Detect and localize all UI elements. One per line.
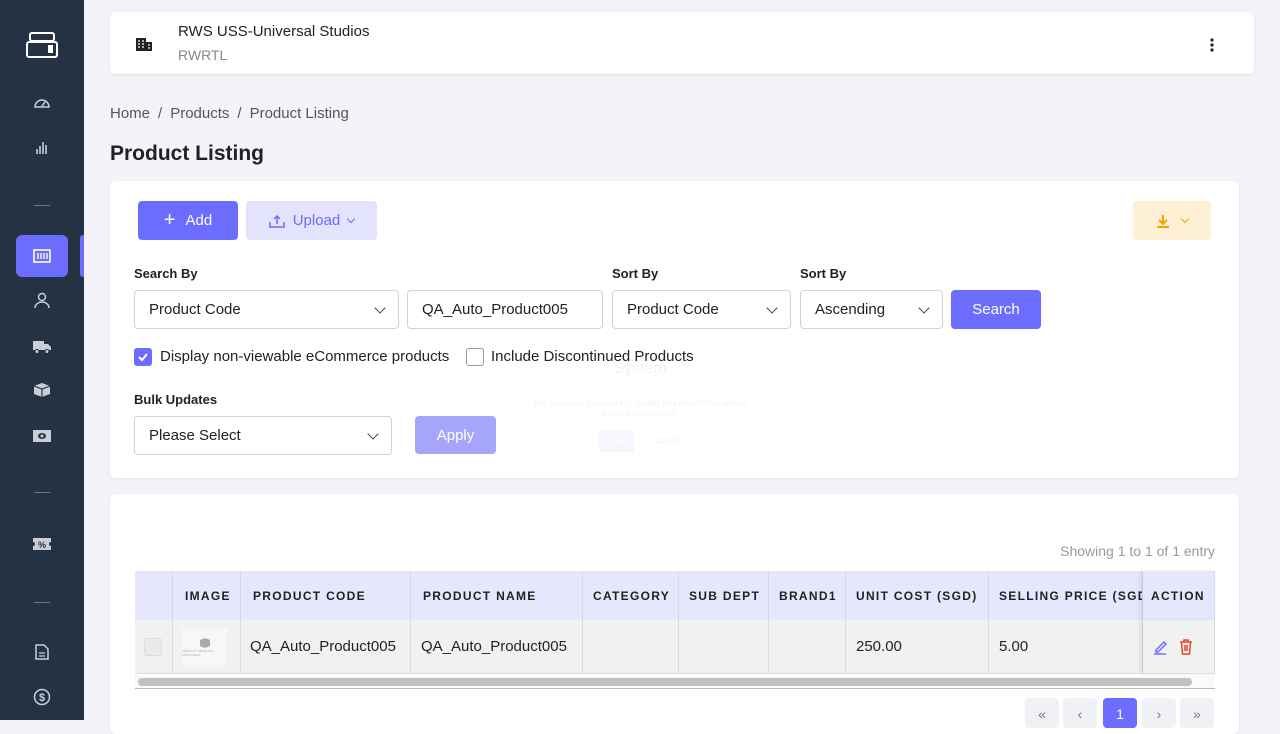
select-column-header — [135, 571, 173, 620]
breadcrumb: Home / Products / Product Listing — [110, 105, 349, 122]
breadcrumb-current: Product Listing — [249, 105, 349, 122]
svg-text:$: $ — [39, 692, 45, 704]
column-header: ACTION — [1143, 571, 1215, 620]
page-1-button[interactable]: 1 — [1103, 698, 1137, 728]
search-button[interactable]: Search — [951, 290, 1041, 329]
column-header[interactable]: BRAND1 — [769, 571, 846, 620]
modal-yes-button: Yes — [599, 430, 635, 452]
delete-icon[interactable] — [1179, 638, 1193, 655]
prev-page-button[interactable]: ‹ — [1063, 698, 1097, 728]
document-icon[interactable] — [26, 640, 58, 664]
plus-icon: + — [163, 209, 176, 231]
next-page-button[interactable]: › — [1142, 698, 1176, 728]
brand1-cell — [769, 620, 846, 674]
column-header[interactable]: PRODUCT NAME — [411, 571, 583, 620]
dollar-icon[interactable]: $ — [26, 685, 58, 709]
search-by-label: Search By — [134, 266, 198, 281]
discontinued-checkbox[interactable] — [466, 348, 484, 366]
row-select-cell — [135, 620, 173, 674]
breadcrumb-home[interactable]: Home — [110, 105, 150, 122]
edit-icon[interactable] — [1153, 639, 1167, 655]
store-header: RWS USS-Universal Studios RWRTL — [110, 12, 1254, 74]
chevron-down-icon — [374, 301, 386, 314]
column-header: IMAGE — [173, 571, 241, 620]
unit-cost-cell: 250.00 — [846, 620, 989, 674]
column-header[interactable]: SELLING PRICE (SGD) — [989, 571, 1143, 620]
scrollbar-thumb[interactable] — [138, 678, 1192, 686]
horizontal-scrollbar[interactable] — [135, 675, 1215, 689]
selling-price-cell: 5.00 — [989, 620, 1143, 674]
barcode-icon — [26, 244, 58, 268]
add-button[interactable]: + Add — [138, 201, 238, 240]
sort-order-select[interactable]: Ascending — [800, 290, 943, 329]
more-icon[interactable] — [1210, 38, 1214, 57]
separator: / — [158, 105, 163, 122]
showing-entries: Showing 1 to 1 of 1 entry — [1060, 543, 1215, 559]
user-icon[interactable] — [26, 288, 58, 312]
svg-text:%: % — [38, 540, 46, 550]
upload-icon — [268, 214, 285, 228]
first-page-button[interactable]: « — [1025, 698, 1059, 728]
logo-icon[interactable] — [26, 30, 58, 60]
product-image-placeholder: PRODUCT IMAGE NOT APPLICABLE — [182, 628, 227, 665]
sort-order-label: Sort By — [800, 266, 847, 281]
column-header[interactable]: UNIT COST (SGD) — [846, 571, 989, 620]
product-code-cell: QA_Auto_Product005 — [241, 620, 411, 674]
store-name: RWS USS-Universal Studios — [178, 23, 370, 40]
page-title: Product Listing — [110, 142, 264, 165]
category-cell — [583, 620, 679, 674]
modal-title: System — [613, 360, 667, 377]
sort-by-select[interactable]: Product Code — [612, 290, 791, 329]
chevron-down-icon — [766, 301, 778, 314]
last-page-button[interactable]: » — [1180, 698, 1214, 728]
box-icon[interactable] — [26, 378, 58, 402]
divider — [34, 602, 50, 603]
column-header[interactable]: SUB DEPT — [679, 571, 769, 620]
store-code: RWRTL — [178, 47, 228, 63]
product-name-cell: QA_Auto_Product005 — [411, 620, 583, 674]
voucher-icon[interactable]: % — [26, 532, 58, 556]
download-button[interactable] — [1133, 201, 1211, 240]
chevron-down-icon — [367, 427, 379, 440]
separator: / — [237, 105, 242, 122]
chevron-down-icon — [918, 301, 930, 314]
divider — [34, 205, 50, 206]
sort-by-label: Sort By — [612, 266, 659, 281]
column-header[interactable]: CATEGORY — [583, 571, 679, 620]
image-cell: PRODUCT IMAGE NOT APPLICABLE — [173, 620, 241, 674]
sub-dept-cell — [679, 620, 769, 674]
row-checkbox[interactable] — [144, 637, 162, 656]
action-cell — [1143, 620, 1215, 674]
column-header[interactable]: PRODUCT CODE — [241, 571, 411, 620]
divider — [34, 492, 50, 493]
active-indicator — [80, 235, 84, 277]
truck-icon[interactable] — [26, 335, 58, 359]
chart-icon[interactable] — [26, 135, 58, 159]
dashboard-icon[interactable] — [26, 90, 58, 114]
download-icon — [1157, 214, 1169, 228]
money-icon[interactable] — [26, 424, 58, 448]
bulk-updates-select[interactable]: Please Select — [134, 416, 392, 455]
non-viewable-checkbox[interactable] — [134, 348, 152, 366]
apply-button[interactable]: Apply — [415, 416, 496, 454]
modal-message: Are you sure you want to delete this ite… — [533, 398, 747, 418]
search-input[interactable]: QA_Auto_Product005 — [407, 290, 603, 329]
building-icon — [136, 38, 152, 56]
upload-button[interactable]: Upload — [246, 201, 377, 240]
sidebar: % $ — [0, 0, 84, 720]
search-by-select[interactable]: Product Code — [134, 290, 399, 329]
modal-cancel-button: Cancel — [652, 436, 681, 446]
bulk-updates-label: Bulk Updates — [134, 392, 218, 407]
fading-confirm-modal: System Are you sure you want to delete t… — [520, 350, 760, 460]
non-viewable-label: Display non-viewable eCommerce products — [160, 348, 450, 365]
breadcrumb-products[interactable]: Products — [170, 105, 229, 122]
